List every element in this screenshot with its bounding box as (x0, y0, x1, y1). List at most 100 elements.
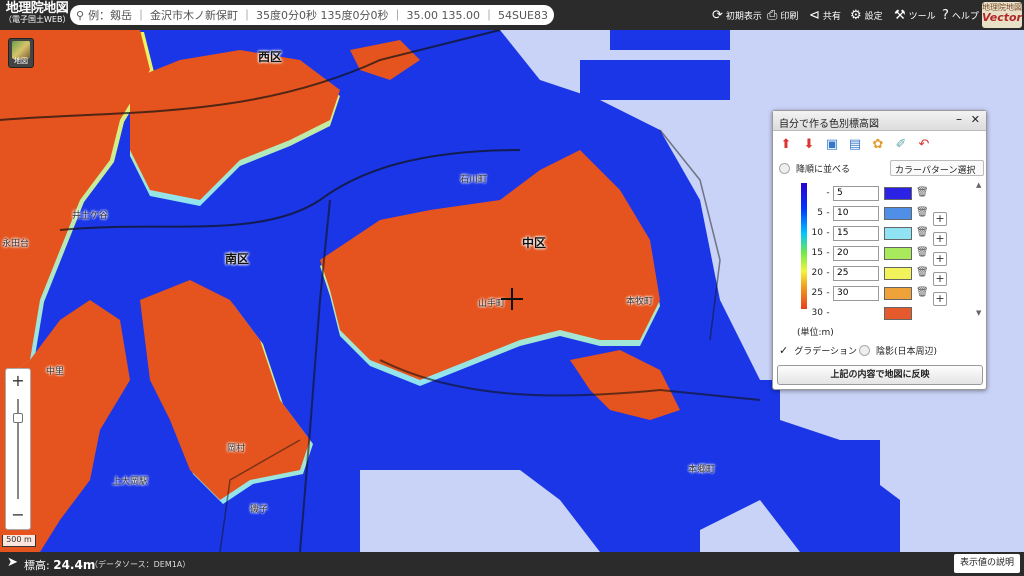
panel-toolbar: ⬆ ⬇ ▣ ▤ ✿ ✐ ↶ (776, 135, 934, 157)
elevation-range-row: 15- 🗑 (809, 244, 929, 262)
unit-label: (単位:m) (797, 328, 834, 338)
logo-subtitle: （電子国土WEB） (4, 15, 71, 24)
range-separator: - (826, 288, 830, 298)
help-icon: ? (942, 7, 949, 23)
elevation-readout: 標高: 24.4m (24, 558, 96, 572)
pier (580, 60, 730, 100)
refresh-icon: ⟳ (712, 7, 723, 23)
trash-icon[interactable]: 🗑 (916, 187, 929, 200)
vector-map-link[interactable]: 地理院地図 Vector (982, 2, 1022, 28)
scroll-up-arrow-icon[interactable]: ▲ (976, 181, 981, 189)
color-swatch[interactable] (884, 306, 912, 320)
print-button[interactable]: ⎙ 印刷 (767, 6, 798, 24)
color-swatch[interactable] (884, 246, 912, 260)
range-upper-input[interactable] (833, 285, 879, 301)
range-upper-input[interactable] (833, 225, 879, 241)
shade-checkbox[interactable] (859, 345, 870, 356)
expand-arrow-icon[interactable]: ➤ (7, 555, 18, 570)
color-pattern-select[interactable]: カラーパターン選択 (890, 160, 984, 176)
range-upper-input[interactable] (833, 265, 879, 281)
help-button[interactable]: ? ヘルプ (942, 6, 979, 24)
close-icon[interactable]: ✕ (971, 113, 980, 126)
palette-icon[interactable]: ✿ (868, 135, 888, 155)
share-button[interactable]: ⊲ 共有 (809, 6, 841, 24)
logo-title: 地理院地図 (5, 1, 69, 16)
app-logo[interactable]: 地理院地図 （電子国土WEB） (4, 2, 70, 24)
range-lower-value: 30 (811, 308, 823, 318)
apply-button[interactable]: 上記の内容で地図に反映 (777, 365, 983, 385)
map-label-honbashi: 本郷町 (688, 465, 716, 475)
add-row-button[interactable]: + (933, 212, 947, 226)
panel-title: 自分で作る色別標高図 (779, 119, 879, 130)
zoom-out-button[interactable]: − (6, 505, 30, 524)
header-bar: 地理院地図 （電子国土WEB） ⚲ ⟳ 初期表示 ⎙ 印刷 ⊲ 共有 ⚙ 設定 … (0, 0, 1024, 30)
trash-icon[interactable]: 🗑 (916, 267, 929, 280)
layer-button[interactable]: 地図 (8, 38, 34, 68)
panel-header[interactable]: 自分で作る色別標高図 – ✕ (773, 111, 986, 131)
pier (720, 380, 780, 440)
pier (400, 400, 600, 470)
range-lower-value: 5 (817, 208, 823, 218)
add-row-button[interactable]: + (933, 252, 947, 266)
scale-bar: 500 m (2, 535, 36, 547)
printer-icon: ⎙ (767, 7, 778, 23)
export-icon[interactable]: ⬆ (776, 135, 796, 155)
map-label-isogo: 磯子 (250, 505, 269, 515)
range-separator: - (826, 308, 830, 318)
color-swatch[interactable] (884, 226, 912, 240)
share-icon: ⊲ (809, 7, 820, 23)
shade-option[interactable]: 陰影(日本周辺) (859, 344, 937, 357)
add-row-button[interactable]: + (933, 232, 947, 246)
map-label-honmoku: 本牧町 (626, 297, 654, 307)
zoom-in-button[interactable]: + (6, 371, 30, 390)
elevation-range-row: 20- 🗑 (809, 264, 929, 282)
tools-button[interactable]: ⚒ ツール (894, 6, 936, 24)
value-explanation-button[interactable]: 表示値の説明 (954, 554, 1020, 573)
search-box[interactable]: ⚲ (70, 5, 554, 25)
elevation-range-row: 30- (809, 304, 912, 322)
add-row-button[interactable]: + (933, 272, 947, 286)
color-swatch[interactable] (884, 186, 912, 200)
status-bar: ➤ 標高: 24.4m （データソース：DEM1A） 表示値の説明 (0, 552, 1024, 576)
zoom-control[interactable]: + − (5, 368, 31, 530)
search-icon: ⚲ (76, 8, 85, 22)
gradation-option[interactable]: ✓ グラデーション (779, 344, 857, 357)
color-swatch[interactable] (884, 206, 912, 220)
trash-icon[interactable]: 🗑 (916, 287, 929, 300)
minimize-icon[interactable]: – (956, 112, 962, 126)
settings-button[interactable]: ⚙ 設定 (850, 6, 883, 24)
checkmark-icon[interactable]: ✓ (779, 344, 788, 357)
map-label-nagatadai: 永田台 (2, 239, 30, 249)
import-icon[interactable]: ⬇ (799, 135, 819, 155)
sort-checkbox[interactable] (779, 163, 790, 174)
sort-descending-option[interactable]: 降順に並べる (779, 162, 850, 175)
zoom-slider-handle[interactable] (13, 413, 23, 423)
map-label-ishikawa: 石川町 (460, 175, 488, 185)
range-lower-value: 10 (811, 228, 823, 238)
undo-icon[interactable]: ↶ (914, 135, 934, 155)
brush-icon[interactable]: ✐ (891, 135, 911, 155)
save-icon[interactable]: ▣ (822, 135, 842, 155)
color-swatch[interactable] (884, 286, 912, 300)
elevation-range-row: 25- 🗑 (809, 284, 929, 302)
trash-icon[interactable]: 🗑 (916, 247, 929, 260)
elevation-range-row: -🗑 (809, 184, 929, 202)
range-upper-input[interactable] (833, 185, 879, 201)
load-icon[interactable]: ▤ (845, 135, 865, 155)
trash-icon[interactable]: 🗑 (916, 227, 929, 240)
range-upper-input[interactable] (833, 205, 879, 221)
map-label-kamiooka: 上大岡駅 (112, 477, 149, 487)
add-row-button[interactable]: + (933, 292, 947, 306)
elevation-range-row: 5- 🗑 (809, 204, 929, 222)
range-upper-input[interactable] (833, 245, 879, 261)
range-lower-value: 20 (811, 268, 823, 278)
color-swatch[interactable] (884, 266, 912, 280)
map-label-okamura: 岡村 (227, 444, 246, 454)
search-input[interactable] (88, 8, 549, 22)
reset-view-button[interactable]: ⟳ 初期表示 (712, 6, 762, 24)
range-separator: - (826, 208, 830, 218)
trash-icon[interactable]: 🗑 (916, 207, 929, 220)
scroll-down-arrow-icon[interactable]: ▼ (976, 309, 981, 317)
map-label-naka: 中区 (522, 236, 547, 250)
gear-icon: ⚙ (850, 7, 862, 23)
